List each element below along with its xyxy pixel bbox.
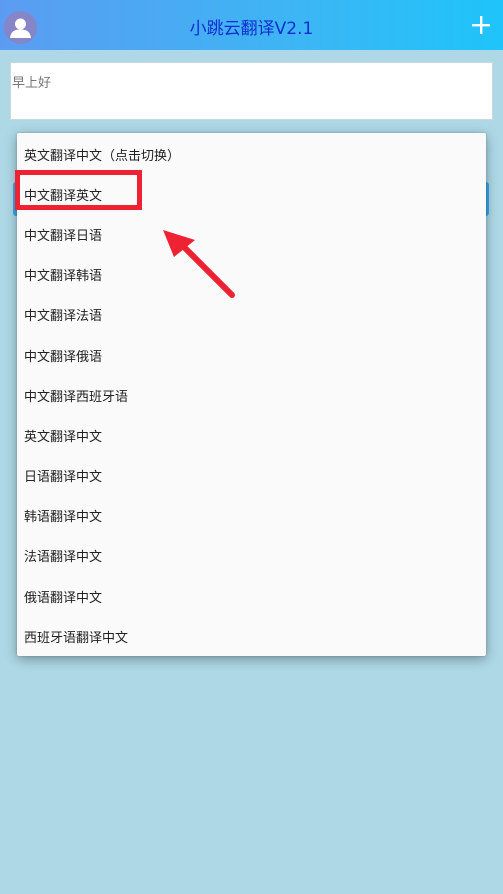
menu-item-ja-to-zh[interactable]: 日语翻译中文: [17, 456, 486, 496]
menu-item-ru-to-zh[interactable]: 俄语翻译中文: [17, 576, 486, 616]
source-text: 早上好: [12, 76, 52, 91]
menu-item-zh-to-fr[interactable]: 中文翻译法语: [17, 295, 486, 335]
menu-item-zh-to-ja[interactable]: 中文翻译日语: [17, 214, 486, 254]
menu-item-en-to-zh[interactable]: 英文翻译中文: [17, 415, 486, 455]
add-button[interactable]: [469, 13, 493, 37]
app-header: 小跳云翻译V2.1: [0, 0, 503, 50]
menu-item-fr-to-zh[interactable]: 法语翻译中文: [17, 536, 486, 576]
menu-item-zh-to-es[interactable]: 中文翻译西班牙语: [17, 375, 486, 415]
source-text-input[interactable]: 早上好: [10, 62, 493, 120]
menu-item-zh-to-ru[interactable]: 中文翻译俄语: [17, 335, 486, 375]
page-title: 小跳云翻译V2.1: [189, 19, 314, 39]
plus-icon: [472, 16, 490, 34]
menu-item-en-to-zh-switch[interactable]: 英文翻译中文（点击切换）: [17, 134, 486, 174]
language-dropdown-menu: 英文翻译中文（点击切换） 中文翻译英文 中文翻译日语 中文翻译韩语 中文翻译法语…: [17, 133, 486, 656]
menu-item-ko-to-zh[interactable]: 韩语翻译中文: [17, 496, 486, 536]
highlight-box: [15, 170, 142, 210]
menu-item-zh-to-ko[interactable]: 中文翻译韩语: [17, 255, 486, 295]
arrow-icon: [163, 230, 235, 298]
menu-item-es-to-zh[interactable]: 西班牙语翻译中文: [17, 616, 486, 656]
